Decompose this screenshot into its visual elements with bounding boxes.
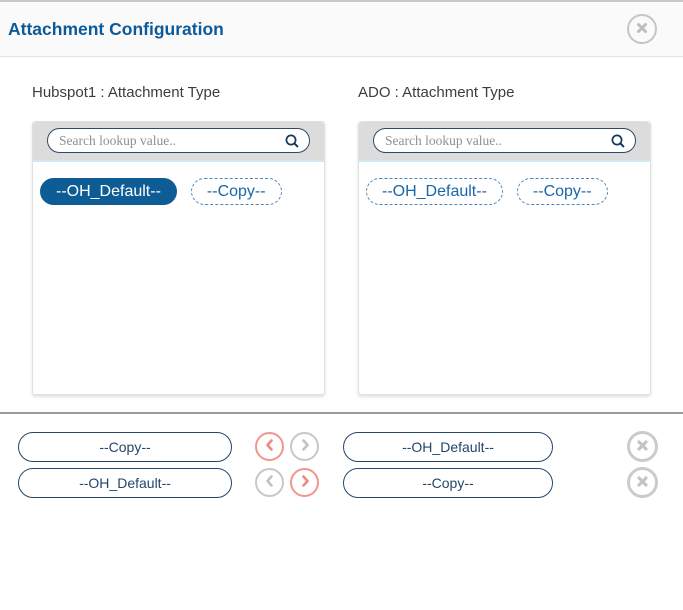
lookup-value-pill[interactable]: --OH_Default-- bbox=[40, 178, 177, 205]
lookup-value-pill[interactable]: --OH_Default-- bbox=[366, 178, 503, 205]
mapping-row: --Copy-- --OH_Default-- bbox=[18, 431, 683, 462]
page-title: Attachment Configuration bbox=[8, 19, 224, 40]
lookup-value-pill[interactable]: --Copy-- bbox=[191, 178, 282, 205]
map-left-arrow-button[interactable] bbox=[255, 468, 284, 497]
source-panel-column: Hubspot1 : Attachment Type --OH_Default-… bbox=[32, 84, 325, 395]
mapped-source-value-button[interactable]: --OH_Default-- bbox=[18, 468, 232, 498]
chevron-left-icon bbox=[264, 475, 276, 490]
chevron-right-icon bbox=[299, 475, 311, 490]
target-search-pill bbox=[373, 128, 636, 153]
mapping-rows: --Copy-- --OH_Default-- --OH_Default-- bbox=[0, 414, 683, 498]
mapping-row: --OH_Default-- --Copy-- bbox=[18, 467, 683, 498]
map-right-arrow-button[interactable] bbox=[290, 432, 319, 461]
search-icon bbox=[284, 133, 300, 149]
source-search-bar bbox=[33, 122, 324, 162]
mapped-target-value-button[interactable]: --Copy-- bbox=[343, 468, 553, 498]
search-icon bbox=[610, 133, 626, 149]
source-search-pill bbox=[47, 128, 310, 153]
remove-mapping-button[interactable] bbox=[627, 467, 658, 498]
target-panel-column: ADO : Attachment Type --OH_Default-- --C… bbox=[358, 84, 651, 395]
mapped-source-value-button[interactable]: --Copy-- bbox=[18, 432, 232, 462]
x-circle-icon bbox=[636, 439, 649, 455]
mapped-target-value-button[interactable]: --OH_Default-- bbox=[343, 432, 553, 462]
direction-arrows bbox=[255, 468, 319, 497]
direction-arrows bbox=[255, 432, 319, 461]
remove-mapping-button[interactable] bbox=[627, 431, 658, 462]
attachment-mapping-body: Hubspot1 : Attachment Type --OH_Default-… bbox=[0, 57, 683, 395]
source-search-input[interactable] bbox=[59, 133, 284, 149]
source-panel-title: Hubspot1 : Attachment Type bbox=[32, 84, 325, 101]
source-lookup-panel: --OH_Default-- --Copy-- bbox=[32, 121, 325, 395]
chevron-right-icon bbox=[299, 439, 311, 454]
dialog-header: Attachment Configuration bbox=[0, 2, 683, 57]
map-left-arrow-button[interactable] bbox=[255, 432, 284, 461]
target-lookup-list: --OH_Default-- --Copy-- bbox=[359, 162, 650, 394]
source-lookup-list: --OH_Default-- --Copy-- bbox=[33, 162, 324, 394]
target-panel-title: ADO : Attachment Type bbox=[358, 84, 651, 101]
target-lookup-panel: --OH_Default-- --Copy-- bbox=[358, 121, 651, 395]
close-button[interactable] bbox=[627, 14, 657, 44]
lookup-value-pill[interactable]: --Copy-- bbox=[517, 178, 608, 205]
target-search-input[interactable] bbox=[385, 133, 610, 149]
target-search-bar bbox=[359, 122, 650, 162]
map-right-arrow-button[interactable] bbox=[290, 468, 319, 497]
close-icon bbox=[636, 22, 648, 37]
x-circle-icon bbox=[636, 475, 649, 491]
chevron-left-icon bbox=[264, 439, 276, 454]
